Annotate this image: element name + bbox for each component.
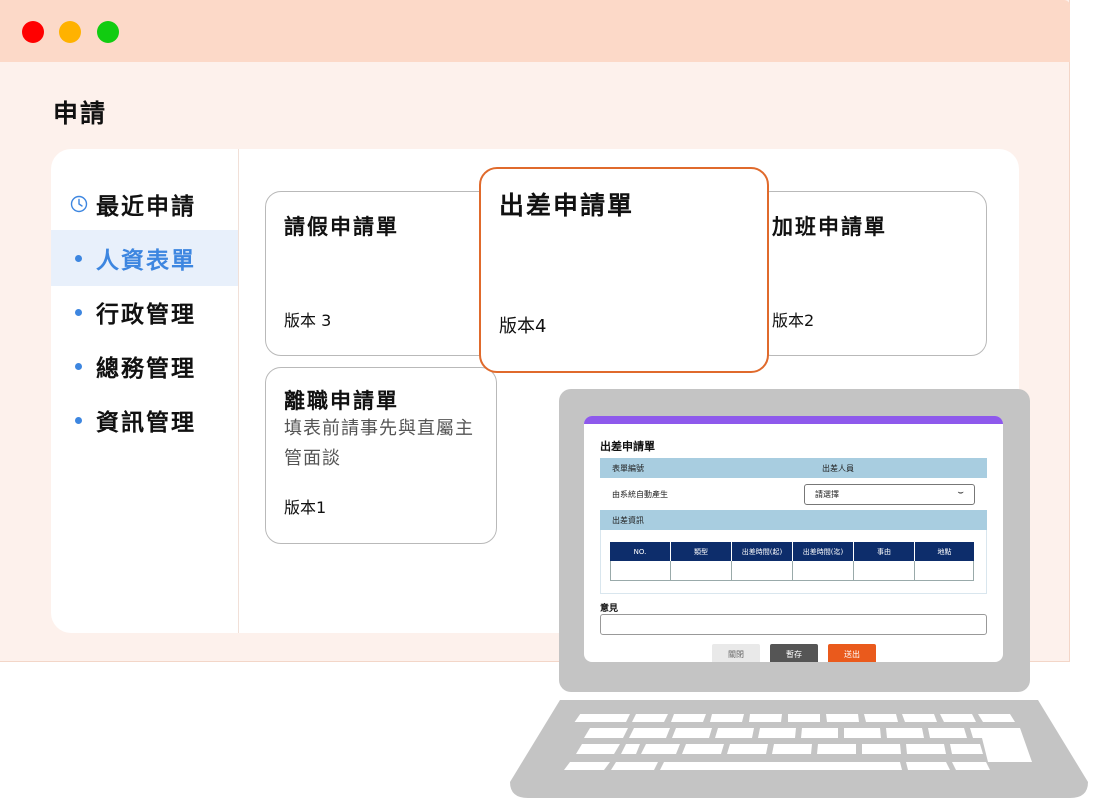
table-cell[interactable]	[915, 561, 974, 581]
laptop-keyboard-base	[510, 700, 1088, 798]
table-cell[interactable]	[610, 561, 671, 581]
card-version: 版本4	[499, 316, 547, 337]
clock-icon	[70, 195, 88, 213]
bullet-icon	[75, 416, 82, 424]
opinion-label: 意見	[600, 604, 619, 614]
title-bar	[0, 0, 1070, 62]
card-title: 出差申請單	[499, 191, 635, 220]
card-title: 離職申請單	[284, 389, 399, 413]
section-label: 出差資訊	[612, 515, 644, 525]
sidebar-item-label: 總務管理	[96, 356, 196, 382]
chevron-down-icon: ⌣	[957, 487, 964, 498]
table-header: 事由	[854, 542, 915, 561]
submit-button[interactable]: 送出	[828, 644, 876, 662]
close-window-button[interactable]	[22, 21, 44, 43]
close-button[interactable]: 關閉	[712, 644, 760, 662]
traveler-label: 出差人員	[822, 463, 854, 473]
traveler-select-value: 請選擇	[815, 490, 839, 499]
sidebar-divider	[238, 149, 239, 633]
sidebar-item-label: 人資表單	[96, 248, 196, 274]
form-card-leave[interactable]: 請假申請單 版本 3	[265, 191, 497, 356]
sidebar-item-it[interactable]: 資訊管理	[51, 392, 238, 448]
sidebar-item-hr-forms[interactable]: 人資表單	[51, 230, 238, 286]
bullet-icon	[75, 362, 82, 370]
form-accent-bar	[584, 416, 1003, 424]
trip-table: NO. 類型 出差時間(起) 出差時間(迄) 事由 地點	[610, 542, 974, 581]
traveler-select[interactable]: 請選擇 ⌣	[804, 484, 975, 505]
table-cell[interactable]	[793, 561, 854, 581]
minimize-window-button[interactable]	[59, 21, 81, 43]
form-card-resignation[interactable]: 離職申請單 填表前請事先與直屬主管面談 版本1	[265, 367, 497, 544]
laptop-form-preview: 出差申請單 表單編號 出差人員 由系統自動產生 請選擇 ⌣ 出差資訊 NO. 類…	[584, 416, 1003, 662]
form-title: 出差申請單	[600, 440, 655, 453]
card-version: 版本2	[772, 311, 815, 330]
trip-info-section: 出差資訊	[600, 510, 987, 530]
form-header-row: 表單編號 出差人員	[600, 458, 987, 478]
form-card-business-trip[interactable]: 出差申請單 版本4	[479, 167, 769, 373]
table-cell[interactable]	[671, 561, 732, 581]
table-cell[interactable]	[732, 561, 793, 581]
card-title: 加班申請單	[772, 215, 887, 239]
form-number-label: 表單編號	[612, 463, 644, 473]
card-version: 版本 3	[284, 311, 332, 330]
table-cell[interactable]	[854, 561, 915, 581]
card-title: 請假申請單	[284, 215, 399, 239]
table-header: 出差時間(迄)	[793, 542, 854, 561]
page-title: 申請	[53, 99, 108, 128]
table-header: 地點	[915, 542, 974, 561]
table-header: 類型	[671, 542, 732, 561]
table-header: NO.	[610, 542, 671, 561]
card-version: 版本1	[284, 498, 327, 517]
sidebar-item-recent[interactable]: 最近申請	[51, 176, 238, 232]
form-card-overtime[interactable]: 加班申請單 版本2	[755, 191, 987, 356]
sidebar-item-label: 行政管理	[96, 302, 196, 328]
sidebar-item-admin[interactable]: 行政管理	[51, 284, 238, 340]
maximize-window-button[interactable]	[97, 21, 119, 43]
sidebar-item-label: 最近申請	[96, 194, 196, 220]
save-draft-button[interactable]: 暫存	[770, 644, 818, 662]
table-header: 出差時間(起)	[732, 542, 793, 561]
bullet-icon	[75, 254, 82, 262]
bullet-icon	[75, 308, 82, 316]
sidebar-item-label: 資訊管理	[96, 410, 196, 436]
opinion-input[interactable]	[600, 614, 987, 635]
form-number-value: 由系統自動產生	[612, 490, 668, 499]
sidebar-item-general-affairs[interactable]: 總務管理	[51, 338, 238, 394]
table-row	[610, 561, 974, 581]
card-description: 填表前請事先與直屬主管面談	[284, 418, 474, 469]
